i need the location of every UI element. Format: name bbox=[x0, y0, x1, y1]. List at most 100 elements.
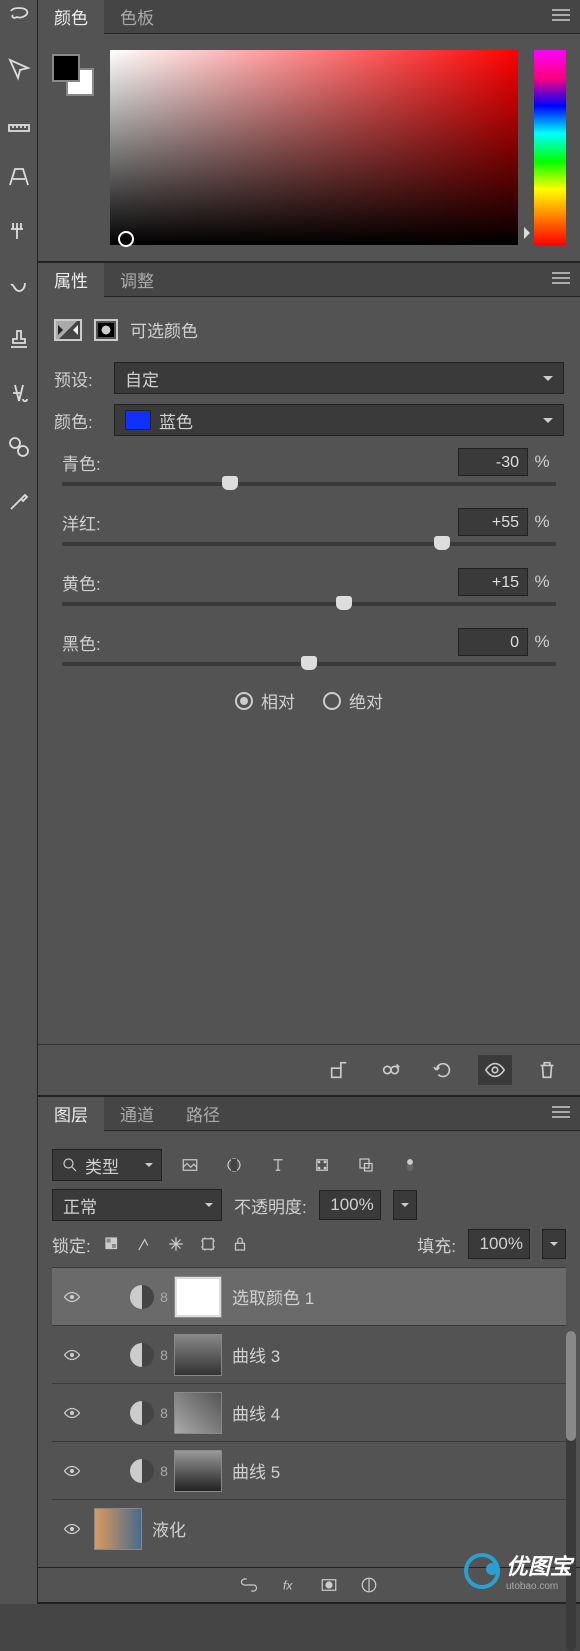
type-tool-icon[interactable] bbox=[4, 378, 34, 408]
layer-style-icon[interactable]: fx bbox=[280, 1576, 298, 1594]
radio-absolute[interactable]: 绝对 bbox=[323, 688, 383, 713]
blend-mode-dropdown[interactable]: 正常 bbox=[52, 1189, 222, 1221]
slider-value-input[interactable]: -30 bbox=[458, 448, 528, 476]
scrollbar[interactable] bbox=[566, 1331, 576, 1651]
visibility-eye-icon[interactable] bbox=[54, 1462, 90, 1480]
reset-icon[interactable] bbox=[426, 1055, 460, 1085]
tab-properties[interactable]: 属性 bbox=[38, 263, 104, 297]
perspective-tool-icon[interactable] bbox=[4, 162, 34, 192]
lock-position-icon[interactable] bbox=[167, 1235, 185, 1253]
slider-track[interactable] bbox=[62, 542, 556, 546]
brush-tool-icon[interactable] bbox=[4, 216, 34, 246]
slider-track[interactable] bbox=[62, 662, 556, 666]
panel-menu-icon[interactable] bbox=[552, 1104, 570, 1124]
lock-all-icon[interactable] bbox=[231, 1235, 249, 1253]
filter-image-icon[interactable] bbox=[174, 1150, 206, 1180]
layer-thumb[interactable] bbox=[94, 1508, 142, 1550]
layer-mask-thumb[interactable] bbox=[174, 1450, 222, 1492]
color-dropdown[interactable]: 蓝色 bbox=[114, 404, 564, 436]
layer-filter-row: 类型 bbox=[52, 1149, 566, 1181]
properties-footer bbox=[38, 1044, 580, 1095]
layer-mask-thumb[interactable] bbox=[174, 1276, 222, 1318]
radio-relative[interactable]: 相对 bbox=[235, 688, 295, 713]
hue-slider[interactable] bbox=[534, 50, 566, 245]
properties-title-row: 可选颜色 bbox=[54, 317, 564, 342]
selective-color-icon bbox=[54, 319, 82, 341]
lasso-tool-icon[interactable] bbox=[4, 0, 34, 30]
properties-body: 可选颜色 预设: 自定 颜色: 蓝色 青色: -30 % bbox=[38, 297, 580, 1044]
slider-track[interactable] bbox=[62, 602, 556, 606]
visibility-eye-icon[interactable] bbox=[54, 1520, 90, 1538]
slider-thumb[interactable] bbox=[336, 596, 352, 610]
panel-menu-icon[interactable] bbox=[552, 7, 570, 27]
lock-transparent-icon[interactable] bbox=[103, 1235, 121, 1253]
filter-smart-icon[interactable] bbox=[350, 1150, 382, 1180]
panel-menu-icon[interactable] bbox=[552, 270, 570, 290]
link-layers-icon[interactable] bbox=[240, 1576, 258, 1594]
layer-mask-thumb[interactable] bbox=[174, 1334, 222, 1376]
visibility-eye-icon[interactable] bbox=[54, 1404, 90, 1422]
slider-track[interactable] bbox=[62, 482, 556, 486]
visibility-eye-icon[interactable] bbox=[478, 1055, 512, 1085]
slider-thumb[interactable] bbox=[434, 536, 450, 550]
blend-opacity-row: 正常 不透明度: 100% bbox=[52, 1189, 566, 1221]
hand-tool-icon[interactable] bbox=[4, 270, 34, 300]
layer-item[interactable]: 8 选取颜色 1 bbox=[52, 1267, 566, 1325]
filter-adjust-icon[interactable] bbox=[218, 1150, 250, 1180]
fg-color-swatch[interactable] bbox=[52, 54, 80, 82]
paint-tool-icon[interactable] bbox=[4, 486, 34, 516]
view-previous-icon[interactable] bbox=[374, 1055, 408, 1085]
stamp-tool-icon[interactable] bbox=[4, 324, 34, 354]
fill-arrow[interactable] bbox=[542, 1229, 566, 1259]
preset-dropdown[interactable]: 自定 bbox=[114, 362, 564, 394]
tab-paths[interactable]: 路径 bbox=[170, 1097, 236, 1131]
ruler-tool-icon[interactable] bbox=[4, 108, 34, 138]
color-field-picker[interactable] bbox=[110, 50, 518, 245]
gradient-tool-icon[interactable] bbox=[4, 432, 34, 462]
filter-shape-icon[interactable] bbox=[306, 1150, 338, 1180]
slider-thumb[interactable] bbox=[301, 656, 317, 670]
slider-unit: % bbox=[528, 632, 556, 652]
lock-artboard-icon[interactable] bbox=[199, 1235, 217, 1253]
tab-color[interactable]: 颜色 bbox=[38, 0, 104, 34]
tab-swatches[interactable]: 色板 bbox=[104, 0, 170, 34]
slider-unit: % bbox=[528, 572, 556, 592]
tab-layers[interactable]: 图层 bbox=[38, 1097, 104, 1131]
color-value: 蓝色 bbox=[159, 408, 193, 433]
slider-value-input[interactable]: 0 bbox=[458, 628, 528, 656]
layer-item[interactable]: 8 曲线 3 bbox=[52, 1325, 566, 1383]
layer-item[interactable]: 8 曲线 4 bbox=[52, 1383, 566, 1441]
properties-panel-tabs: 属性 调整 bbox=[38, 263, 580, 297]
adjustment-layer-icon bbox=[130, 1459, 154, 1483]
fg-bg-swatch[interactable] bbox=[52, 54, 94, 96]
layer-name: 曲线 3 bbox=[232, 1342, 280, 1367]
fill-input[interactable]: 100% bbox=[468, 1229, 530, 1259]
visibility-eye-icon[interactable] bbox=[54, 1346, 90, 1364]
slider-thumb[interactable] bbox=[222, 476, 238, 490]
slider-value-input[interactable]: +55 bbox=[458, 508, 528, 536]
slider-value-input[interactable]: +15 bbox=[458, 568, 528, 596]
preset-row: 预设: 自定 bbox=[54, 362, 564, 394]
lock-image-icon[interactable] bbox=[135, 1235, 153, 1253]
layer-mask-icon[interactable] bbox=[320, 1576, 338, 1594]
clip-to-layer-icon[interactable] bbox=[322, 1055, 356, 1085]
watermark-sub: utobao.com bbox=[506, 1581, 572, 1592]
color-chip bbox=[125, 410, 151, 430]
filter-kind-dropdown[interactable]: 类型 bbox=[52, 1149, 162, 1181]
filter-toggle-icon[interactable] bbox=[394, 1150, 426, 1180]
tab-adjustments[interactable]: 调整 bbox=[104, 263, 170, 297]
layer-item[interactable]: 8 曲线 5 bbox=[52, 1441, 566, 1499]
filter-type-icon[interactable] bbox=[262, 1150, 294, 1180]
visibility-eye-icon[interactable] bbox=[54, 1288, 90, 1306]
scrollbar-thumb[interactable] bbox=[566, 1331, 576, 1441]
trash-icon[interactable] bbox=[530, 1055, 564, 1085]
layer-mask-thumb[interactable] bbox=[174, 1392, 222, 1434]
blend-mode-value: 正常 bbox=[63, 1193, 97, 1218]
tab-channels[interactable]: 通道 bbox=[104, 1097, 170, 1131]
move-tool-icon[interactable] bbox=[4, 54, 34, 84]
svg-text:fx: fx bbox=[283, 1579, 293, 1593]
opacity-arrow[interactable] bbox=[393, 1190, 417, 1220]
opacity-input[interactable]: 100% bbox=[319, 1190, 381, 1220]
new-adjustment-icon[interactable] bbox=[360, 1576, 378, 1594]
watermark-logo-icon bbox=[464, 1553, 500, 1589]
